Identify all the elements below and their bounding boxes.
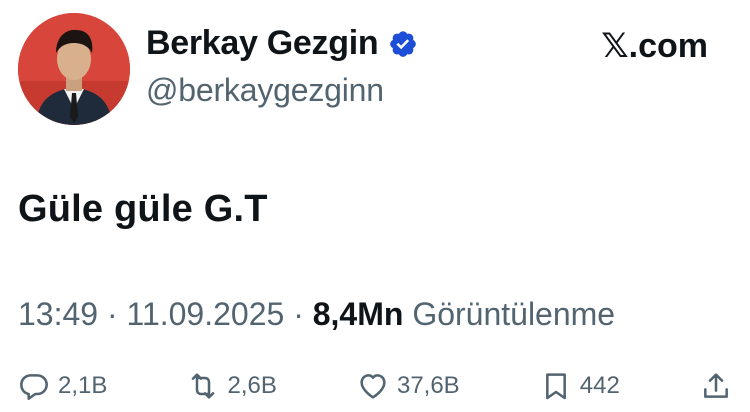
like-count: 37,6B [396, 372, 460, 399]
bookmark-count: 442 [579, 372, 620, 399]
tweet-meta: 13:49 · 11.09.2025 · 8,4Mn Görüntülenme [18, 296, 615, 333]
brand-logo: 𝕏.com [601, 26, 708, 66]
tweet-time[interactable]: 13:49 [18, 296, 98, 332]
profile-photo [18, 13, 130, 125]
meta-separator: · [98, 296, 127, 332]
meta-separator: · [284, 296, 313, 332]
repost-count: 2,6B [227, 372, 277, 399]
reply-icon [20, 374, 48, 400]
tweet-text: Güle güle G.T [18, 188, 268, 230]
heart-icon [360, 374, 386, 399]
share-button[interactable] [700, 370, 732, 402]
views-label: Görüntülenme [412, 296, 616, 332]
share-icon [704, 373, 728, 398]
repost-icon [192, 373, 215, 399]
x-logo-text: 𝕏.com [601, 27, 708, 65]
verified-badge-icon [388, 29, 418, 59]
author-name-row: Berkay Gezgin [146, 24, 418, 63]
tweet-actions: 2,1B 2,6B 37,6B 442 [18, 368, 732, 404]
reply-count: 2,1B [58, 372, 108, 399]
author-name[interactable]: Berkay Gezgin [146, 24, 379, 63]
reply-button[interactable]: 2,1B [18, 370, 107, 402]
like-button[interactable]: 37,6B [357, 370, 460, 402]
bookmark-icon [545, 373, 566, 400]
repost-button[interactable]: 2,6B [187, 370, 277, 402]
views-count: 8,4Mn [312, 296, 404, 332]
avatar[interactable] [18, 13, 130, 125]
bookmark-button[interactable]: 442 [540, 370, 620, 402]
tweet-date[interactable]: 11.09.2025 [127, 296, 285, 332]
author-handle[interactable]: @berkaygezginn [146, 72, 384, 109]
